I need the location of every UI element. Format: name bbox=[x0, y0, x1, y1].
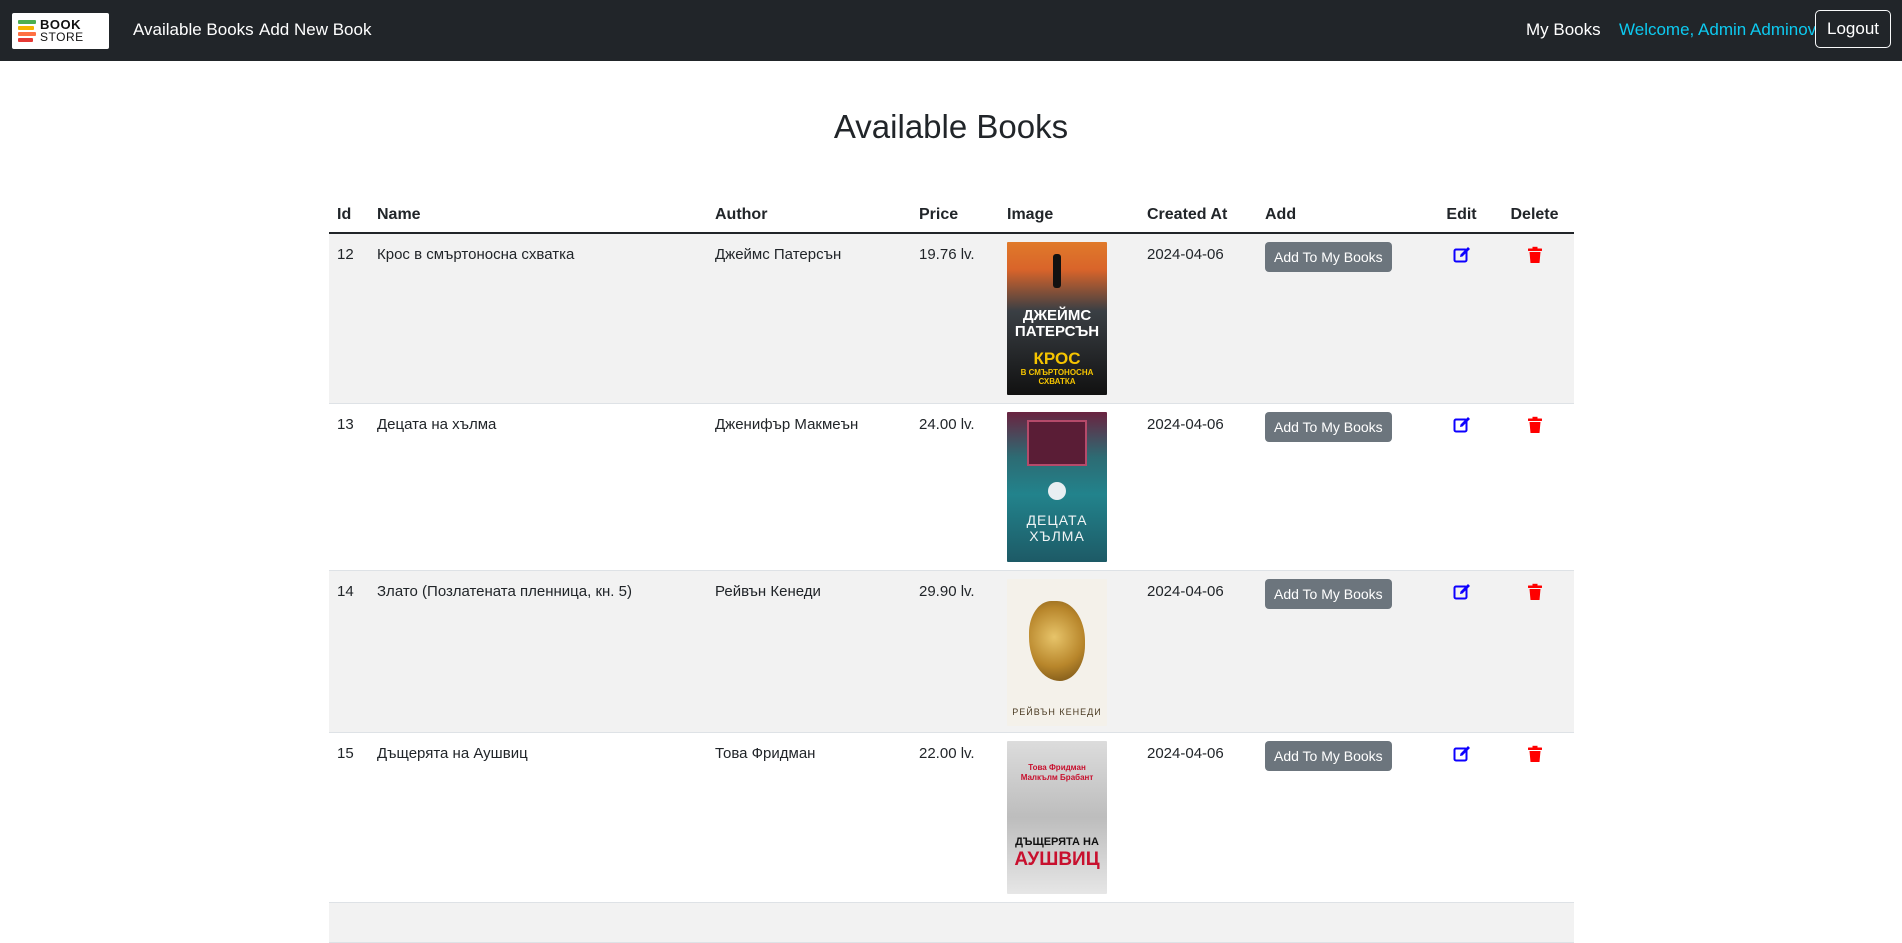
book-cover-image: РЕЙВЪН КЕНЕДИ bbox=[1007, 578, 1107, 726]
cell-add: Add To My Books bbox=[1257, 403, 1428, 571]
cell-name: Дъщерята на Аушвиц bbox=[369, 732, 707, 903]
navbar: BOOK STORE Available Books Add New Book … bbox=[0, 0, 1902, 61]
cover-author-line2: Малкълм Брабант bbox=[1020, 772, 1094, 782]
cell-created-at: 2024-04-06 bbox=[1139, 403, 1257, 571]
books-table: Id Name Author Price Image Created At Ad… bbox=[329, 200, 1574, 943]
cell-add: Add To My Books bbox=[1257, 233, 1428, 404]
add-to-my-books-button[interactable]: Add To My Books bbox=[1265, 411, 1392, 442]
nav-add-new-book[interactable]: Add New Book bbox=[259, 20, 371, 40]
add-to-my-books-button[interactable]: Add To My Books bbox=[1265, 242, 1392, 272]
trash-icon[interactable] bbox=[1526, 583, 1544, 601]
page-title: Available Books bbox=[833, 108, 1069, 145]
logo-books-icon bbox=[18, 20, 36, 42]
cover-title-line1: ДЪЩЕРЯТА НА bbox=[1015, 835, 1099, 848]
edit-icon[interactable] bbox=[1453, 416, 1471, 434]
cell-author: Рейвън Кенеди bbox=[707, 570, 911, 733]
header-edit: Edit bbox=[1428, 200, 1495, 234]
table-row: 15 Дъщерята на Аушвиц Това Фридман 22.00… bbox=[329, 732, 1574, 903]
edit-icon[interactable] bbox=[1453, 583, 1471, 601]
header-author: Author bbox=[707, 200, 911, 234]
cover-title-line1: ДЕЦАТА bbox=[1026, 511, 1088, 528]
book-cover-image: ДЖЕЙМС ПАТЕРСЪН КРОС В СМЪРТОНОСНА СХВАТ… bbox=[1007, 242, 1107, 395]
add-to-my-books-button[interactable]: Add To My Books bbox=[1265, 740, 1392, 771]
logout-button[interactable]: Logout bbox=[1815, 10, 1891, 48]
table-row: 12 Крос в смъртоносна схватка Джеймс Пат… bbox=[329, 233, 1574, 404]
header-image: Image bbox=[999, 200, 1139, 234]
table-row-partial bbox=[329, 902, 1574, 943]
logo-text: BOOK STORE bbox=[40, 18, 84, 44]
books-table-container: Id Name Author Price Image Created At Ad… bbox=[329, 200, 1574, 943]
add-to-my-books-button[interactable]: Add To My Books bbox=[1265, 578, 1392, 609]
cover-title-line2: ХЪЛМА bbox=[1029, 527, 1085, 544]
header-id: Id bbox=[329, 200, 369, 234]
table-row bbox=[329, 902, 1574, 943]
cell-created-at: 2024-04-06 bbox=[1139, 233, 1257, 404]
trash-icon[interactable] bbox=[1526, 745, 1544, 763]
cell-price: 19.76 lv. bbox=[911, 233, 999, 404]
book-cover-image: ДЕЦАТА ХЪЛМА bbox=[1007, 411, 1107, 562]
cell-add: Add To My Books bbox=[1257, 732, 1428, 903]
cover-title-line1: КРОС bbox=[1033, 349, 1081, 368]
cell-price: 29.90 lv. bbox=[911, 570, 999, 733]
cell-name: Злато (Позлатената пленница, кн. 5) bbox=[369, 570, 707, 733]
edit-icon[interactable] bbox=[1453, 745, 1471, 763]
cell-image: РЕЙВЪН КЕНЕДИ bbox=[999, 570, 1139, 733]
nav-my-books[interactable]: My Books bbox=[1526, 20, 1601, 40]
nav-available-books[interactable]: Available Books bbox=[133, 20, 254, 40]
cell-price: 22.00 lv. bbox=[911, 732, 999, 903]
cell-delete bbox=[1495, 403, 1574, 571]
cover-author-line1: РЕЙВЪН КЕНЕДИ bbox=[1012, 706, 1102, 717]
header-name: Name bbox=[369, 200, 707, 234]
logo-text-bottom: STORE bbox=[40, 30, 84, 44]
table-row: 13 Децата на хълма Дженифър Макмеън 24.0… bbox=[329, 403, 1574, 571]
bookstore-logo[interactable]: BOOK STORE bbox=[12, 13, 109, 49]
cell-id: 14 bbox=[329, 570, 369, 733]
table-row: 14 Злато (Позлатената пленница, кн. 5) Р… bbox=[329, 570, 1574, 733]
cell-created-at: 2024-04-06 bbox=[1139, 732, 1257, 903]
cell-author: Това Фридман bbox=[707, 732, 911, 903]
table-header-row: Id Name Author Price Image Created At Ad… bbox=[329, 200, 1574, 234]
cell-image: ДЕЦАТА ХЪЛМА bbox=[999, 403, 1139, 571]
cell-name: Крос в смъртоносна схватка bbox=[369, 233, 707, 404]
cover-title-line2: В СМЪРТОНОСНА bbox=[1020, 368, 1094, 377]
trash-icon[interactable] bbox=[1526, 246, 1544, 264]
cell-author: Дженифър Макмеън bbox=[707, 403, 911, 571]
cell-price: 24.00 lv. bbox=[911, 403, 999, 571]
cell-edit bbox=[1428, 570, 1495, 733]
cell-id: 13 bbox=[329, 403, 369, 571]
edit-icon[interactable] bbox=[1453, 246, 1471, 264]
cover-author-line1: ДЖЕЙМС bbox=[1022, 307, 1092, 324]
cell-created-at: 2024-04-06 bbox=[1139, 570, 1257, 733]
cell-edit bbox=[1428, 732, 1495, 903]
cover-title-line3: СХВАТКА bbox=[1038, 377, 1076, 386]
cell-id: 12 bbox=[329, 233, 369, 404]
nav-welcome-user[interactable]: Welcome, Admin Adminov bbox=[1619, 20, 1816, 40]
cell-delete bbox=[1495, 233, 1574, 404]
cover-title-line2: АУШВИЦ bbox=[1014, 848, 1100, 870]
cell-edit bbox=[1428, 233, 1495, 404]
header-delete: Delete bbox=[1495, 200, 1574, 234]
cell-add: Add To My Books bbox=[1257, 570, 1428, 733]
cover-author-line1: Това Фридман bbox=[1028, 762, 1086, 772]
cell-edit bbox=[1428, 403, 1495, 571]
cell-id: 15 bbox=[329, 732, 369, 903]
header-created-at: Created At bbox=[1139, 200, 1257, 234]
header-price: Price bbox=[911, 200, 999, 234]
cell-image: Това Фридман Малкълм Брабант ДЪЩЕРЯТА НА… bbox=[999, 732, 1139, 903]
book-cover-image: Това Фридман Малкълм Брабант ДЪЩЕРЯТА НА… bbox=[1007, 740, 1107, 894]
cover-author-line2: ПАТЕРСЪН bbox=[1014, 323, 1100, 340]
header-add: Add bbox=[1257, 200, 1428, 234]
cell-name: Децата на хълма bbox=[369, 403, 707, 571]
cell-delete bbox=[1495, 570, 1574, 733]
trash-icon[interactable] bbox=[1526, 416, 1544, 434]
cell-image: ДЖЕЙМС ПАТЕРСЪН КРОС В СМЪРТОНОСНА СХВАТ… bbox=[999, 233, 1139, 404]
cell-delete bbox=[1495, 732, 1574, 903]
cell-author: Джеймс Патерсън bbox=[707, 233, 911, 404]
